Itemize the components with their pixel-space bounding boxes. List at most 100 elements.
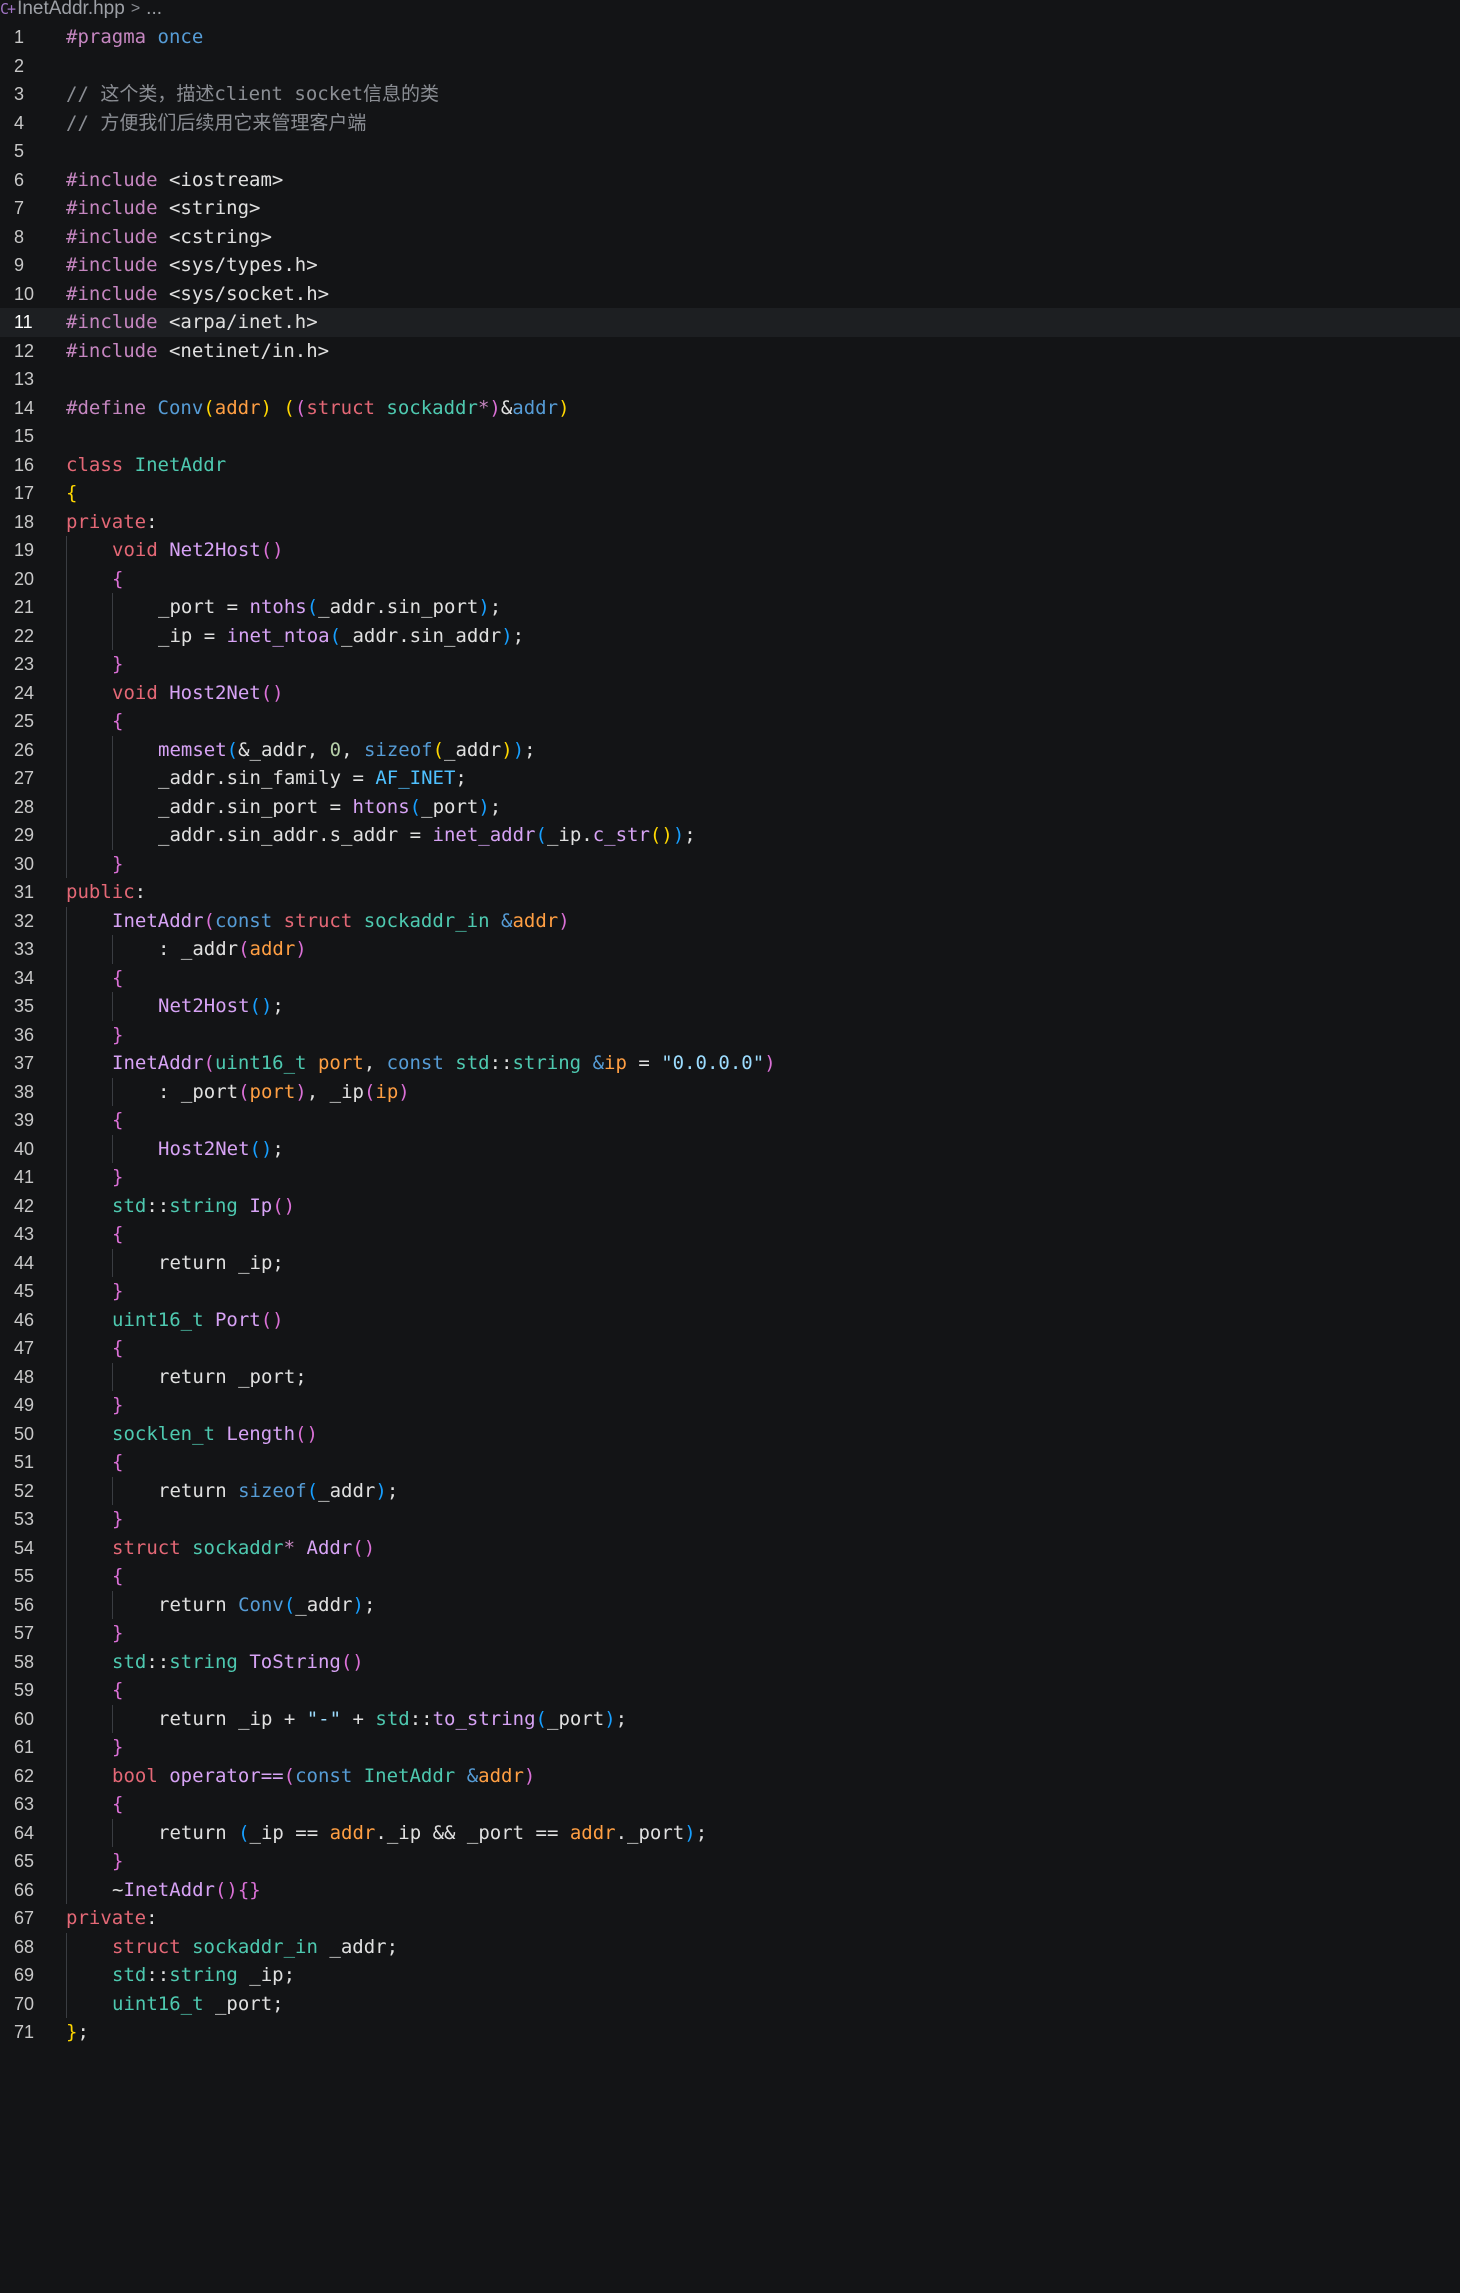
code-line[interactable]: 40 Host2Net(); [0, 1134, 1460, 1163]
code-line[interactable]: 25 { [0, 707, 1460, 736]
code-line[interactable]: 5 [0, 137, 1460, 166]
code-line[interactable]: 11 #include <arpa/inet.h> [0, 308, 1460, 337]
code-token: } [112, 1850, 124, 1872]
code-line[interactable]: 16 class InetAddr [0, 451, 1460, 480]
code-line[interactable]: 58 std::string ToString() [0, 1647, 1460, 1676]
code-line[interactable]: 42 std::string Ip() [0, 1191, 1460, 1220]
code-line[interactable]: 6 #include <iostream> [0, 166, 1460, 195]
code-line[interactable]: 21 _port = ntohs(_addr.sin_port); [0, 593, 1460, 622]
code-line[interactable]: 71}; [0, 2018, 1460, 2047]
code-line[interactable]: 35 Net2Host(); [0, 992, 1460, 1021]
code-text: { [112, 707, 123, 736]
code-token: InetAddr [112, 1052, 204, 1074]
code-line[interactable]: 43 { [0, 1220, 1460, 1249]
code-line[interactable]: 60 return _ip + "-" + std::to_string(_por… [0, 1704, 1460, 1733]
code-line[interactable]: 69 std::string _ip; [0, 1961, 1460, 1990]
breadcrumb-file-name[interactable]: InetAddr.hpp [17, 0, 125, 20]
code-line[interactable]: 14 #define Conv(addr) ((struct sockaddr*)… [0, 394, 1460, 423]
code-token: ; [489, 596, 502, 618]
code-line[interactable]: 9 #include <sys/types.h> [0, 251, 1460, 280]
code-line[interactable]: 36} [0, 1020, 1460, 1049]
code-line[interactable]: 28 _addr.sin_port = htons(_port); [0, 792, 1460, 821]
line-number: 15 [14, 426, 35, 446]
code-line[interactable]: 26 memset(&_addr, 0, sizeof(_addr)); [0, 735, 1460, 764]
code-token: Addr [306, 1536, 353, 1559]
code-line[interactable]: 13 [0, 365, 1460, 394]
line-number: 34 [14, 967, 35, 988]
code-token: , [363, 1052, 387, 1074]
code-line[interactable]: 7 #include <string> [0, 194, 1460, 223]
code-token: ; [272, 1137, 284, 1160]
code-line[interactable]: 8 #include <cstring> [0, 223, 1460, 252]
code-line[interactable]: 4 // 方便我们后续用它来管理客户端 [0, 109, 1460, 138]
code-line[interactable]: 50 socklen_t Length() [0, 1419, 1460, 1448]
breadcrumb-trail[interactable]: ... [146, 0, 162, 20]
code-line[interactable]: 1 #pragma once [0, 23, 1460, 52]
code-text: #define Conv(addr) ((struct sockaddr*)&a… [66, 394, 570, 423]
code-token: : _addr [158, 938, 239, 960]
code-token: * [283, 1536, 296, 1559]
code-line[interactable]: 51 { [0, 1448, 1460, 1477]
code-line[interactable]: 15 [0, 422, 1460, 451]
code-token: * [477, 396, 490, 419]
code-line[interactable]: 24 void Host2Net() [0, 678, 1460, 707]
code-line[interactable]: 2 [0, 52, 1460, 81]
code-line[interactable]: 48 return _port; [0, 1362, 1460, 1391]
code-token: "0.0.0.0" [661, 1052, 765, 1074]
code-token: } [112, 1394, 124, 1416]
code-line[interactable]: 59 { [0, 1676, 1460, 1705]
line-number: 39 [14, 1110, 35, 1130]
code-line[interactable]: 33: _addr(addr) [0, 935, 1460, 964]
code-line[interactable]: 31 public: [0, 878, 1460, 907]
code-line[interactable]: 61} [0, 1733, 1460, 1762]
code-line[interactable]: 64 return (_ip == addr._ip && _port == ad… [0, 1818, 1460, 1847]
code-token: <cstring> [157, 225, 272, 248]
indent-guide [66, 1961, 67, 1990]
line-number: 2 [14, 55, 25, 76]
code-line[interactable]: 44 return _ip; [0, 1248, 1460, 1277]
code-line[interactable]: 39 { [0, 1106, 1460, 1135]
code-line[interactable]: 55 { [0, 1562, 1460, 1591]
code-line[interactable]: 70 uint16_t _port; [0, 1989, 1460, 2018]
code-line[interactable]: 62 bool operator==(const InetAddr &addr) [0, 1761, 1460, 1790]
code-line[interactable]: 38: _port(port), _ip(ip) [0, 1077, 1460, 1106]
code-line[interactable]: 19 void Net2Host() [0, 536, 1460, 565]
code-line[interactable]: 10 #include <sys/socket.h> [0, 280, 1460, 309]
code-line[interactable]: 65} [0, 1847, 1460, 1876]
code-line[interactable]: 67 private: [0, 1904, 1460, 1933]
code-line[interactable]: 49} [0, 1391, 1460, 1420]
code-line[interactable]: 37 InetAddr(uint16_t port, const std::str… [0, 1049, 1460, 1078]
code-line[interactable]: 66 ~InetAddr(){} [0, 1875, 1460, 1904]
code-line[interactable]: 56 return Conv(_addr); [0, 1590, 1460, 1619]
code-line[interactable]: 30} [0, 849, 1460, 878]
code-line[interactable]: 63 { [0, 1790, 1460, 1819]
code-line[interactable]: 32 InetAddr(const struct sockaddr_in &add… [0, 906, 1460, 935]
code-line[interactable]: 41} [0, 1163, 1460, 1192]
code-line[interactable]: 3 // 这个类，描述client socket信息的类 [0, 80, 1460, 109]
code-line[interactable]: 22 _ip = inet_ntoa(_addr.sin_addr); [0, 621, 1460, 650]
code-line[interactable]: 46 uint16_t Port() [0, 1305, 1460, 1334]
code-line[interactable]: 29 _addr.sin_addr.s_addr = inet_addr(_ip.… [0, 821, 1460, 850]
code-token: _ip; [237, 1964, 296, 1986]
code-token: std [112, 1650, 147, 1673]
code-line[interactable]: 57} [0, 1619, 1460, 1648]
code-line[interactable]: 53} [0, 1505, 1460, 1534]
code-token: ; [512, 624, 525, 647]
line-number: 53 [14, 1509, 35, 1529]
code-line[interactable]: 12 #include <netinet/in.h> [0, 337, 1460, 366]
code-line[interactable]: 52 return sizeof(_addr); [0, 1476, 1460, 1505]
line-number: 18 [14, 511, 35, 532]
code-line[interactable]: 27 _addr.sin_family = AF_INET; [0, 764, 1460, 793]
code-line[interactable]: 18 private: [0, 508, 1460, 537]
line-number: 10 [14, 283, 35, 304]
line-number: 19 [14, 540, 35, 560]
code-editor[interactable]: 1 #pragma once 2 3// 这个类，描述client socket信息的… [0, 23, 1460, 2047]
code-line[interactable]: 34 { [0, 963, 1460, 992]
code-line[interactable]: 45} [0, 1277, 1460, 1306]
code-line[interactable]: 68 struct sockaddr_in _addr; [0, 1932, 1460, 1961]
code-line[interactable]: 17 { [0, 479, 1460, 508]
code-line[interactable]: 20 { [0, 564, 1460, 593]
code-line[interactable]: 23} [0, 650, 1460, 679]
code-line[interactable]: 47 { [0, 1334, 1460, 1363]
code-line[interactable]: 54 struct sockaddr* Addr() [0, 1533, 1460, 1562]
